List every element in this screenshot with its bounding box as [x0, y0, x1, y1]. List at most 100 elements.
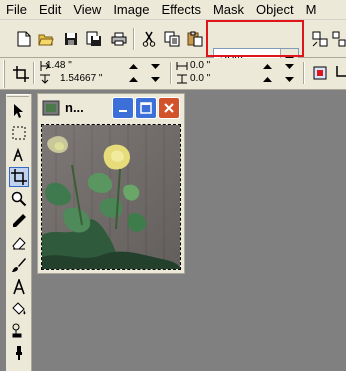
save-icon: [65, 33, 77, 45]
save-as-button[interactable]: [85, 30, 103, 48]
menu-image[interactable]: Image: [107, 0, 155, 20]
spin-up-icon: [262, 63, 272, 69]
paste-icon: [187, 31, 203, 47]
crop-tool[interactable]: [9, 167, 29, 187]
zoom-highlight-box: [206, 20, 304, 57]
paste-button[interactable]: [186, 30, 204, 48]
effect-tool[interactable]: [9, 343, 29, 363]
toolbar-separator: [303, 62, 305, 84]
maximize-button[interactable]: [135, 97, 157, 119]
copy-button[interactable]: [163, 30, 181, 48]
pick-tool[interactable]: [9, 101, 29, 121]
document-window: n...: [37, 93, 185, 274]
cut-button[interactable]: [140, 30, 158, 48]
eyedropper-icon: [13, 214, 26, 227]
x-position-field[interactable]: 1.48 ": [46, 60, 72, 72]
crop-icon: [13, 66, 29, 82]
minimize-button[interactable]: [112, 97, 134, 119]
w-spin-up[interactable]: [260, 60, 274, 72]
h-spin-up[interactable]: [260, 73, 274, 85]
zoom-tool[interactable]: [9, 189, 29, 209]
document-title: n...: [65, 100, 84, 115]
height-icon: [177, 74, 187, 84]
toolbox-grip: [7, 94, 29, 97]
copy-icon: [164, 31, 180, 47]
menu-more[interactable]: M: [300, 0, 323, 20]
ungroup-objects-icon: [332, 31, 346, 47]
menu-file[interactable]: File: [0, 0, 33, 20]
save-button[interactable]: [62, 30, 80, 48]
open-folder-icon: [38, 34, 54, 46]
menu-bar: File Edit View Image Effects Mask Object…: [0, 0, 346, 20]
menu-view[interactable]: View: [67, 0, 107, 20]
maximize-icon: [140, 102, 152, 114]
crop-apply-icon: [313, 66, 327, 80]
text-tool[interactable]: [9, 277, 29, 297]
crop-options-button[interactable]: [332, 64, 346, 82]
crop-mode-button[interactable]: [12, 65, 30, 83]
group-objects-icon: [312, 31, 328, 47]
toolbar-separator: [133, 28, 135, 50]
document-titlebar[interactable]: n...: [38, 94, 184, 122]
h-spin-down[interactable]: [282, 73, 296, 85]
clone-tool[interactable]: [9, 321, 29, 341]
document-icon: [42, 100, 60, 116]
crop-options-icon: [336, 66, 346, 77]
menu-mask[interactable]: Mask: [207, 0, 250, 20]
magnifier-icon: [11, 191, 27, 207]
save-as-icon: [86, 31, 101, 46]
cut-icon: [142, 31, 156, 47]
x-spin-up[interactable]: [126, 60, 140, 72]
arrow-pointer-icon: [14, 104, 23, 118]
clone-stamp-icon: [12, 323, 22, 338]
new-document-button[interactable]: [15, 30, 33, 48]
print-icon: [111, 32, 127, 46]
toolbox: [6, 94, 32, 371]
menu-edit[interactable]: Edit: [33, 0, 67, 20]
paint-tool[interactable]: [9, 255, 29, 275]
spin-down-icon: [284, 63, 294, 69]
property-bar: 1.48 " 1.54667 " 0.0 " 0.0 ": [0, 58, 346, 90]
w-spin-down[interactable]: [282, 60, 296, 72]
spin-up-icon: [128, 76, 138, 82]
ungroup-button[interactable]: [330, 30, 346, 48]
mask-transform-tool[interactable]: [9, 145, 29, 165]
rose-photo: [42, 125, 180, 269]
y-spin-down[interactable]: [148, 73, 162, 85]
spin-down-icon: [150, 76, 160, 82]
new-document-icon: [17, 31, 31, 47]
menu-effects[interactable]: Effects: [155, 0, 207, 20]
eyedropper-tool[interactable]: [9, 211, 29, 231]
effect-brush-icon: [16, 346, 22, 360]
toolbar-separator: [33, 62, 35, 84]
crop-icon: [11, 169, 27, 185]
open-button[interactable]: [37, 30, 55, 48]
spin-up-icon: [262, 76, 272, 82]
fill-tool[interactable]: [9, 299, 29, 319]
minimize-icon: [119, 110, 127, 112]
height-field[interactable]: 0.0 ": [190, 73, 210, 85]
print-button[interactable]: [110, 30, 128, 48]
rectangle-mask-icon: [12, 126, 26, 140]
spin-up-icon: [128, 63, 138, 69]
width-icon: [176, 62, 188, 70]
y-position-field[interactable]: 1.54667 ": [60, 73, 102, 85]
eraser-tool[interactable]: [9, 233, 29, 253]
menu-object[interactable]: Object: [250, 0, 300, 20]
y-position-icon: [40, 74, 50, 84]
lasso-icon: [13, 147, 23, 162]
width-field[interactable]: 0.0 ": [190, 60, 210, 72]
close-icon: [164, 103, 174, 113]
paint-bucket-icon: [12, 302, 26, 315]
close-button[interactable]: [158, 97, 180, 119]
crop-apply-button[interactable]: [311, 64, 329, 82]
group-button[interactable]: [311, 30, 329, 48]
x-spin-down[interactable]: [148, 60, 162, 72]
toolbar-separator: [170, 62, 172, 84]
y-spin-up[interactable]: [126, 73, 140, 85]
paintbrush-icon: [12, 258, 26, 272]
mask-tool[interactable]: [9, 123, 29, 143]
image-canvas[interactable]: [41, 124, 181, 270]
spin-down-icon: [284, 76, 294, 82]
propbar-grip: [3, 60, 5, 88]
